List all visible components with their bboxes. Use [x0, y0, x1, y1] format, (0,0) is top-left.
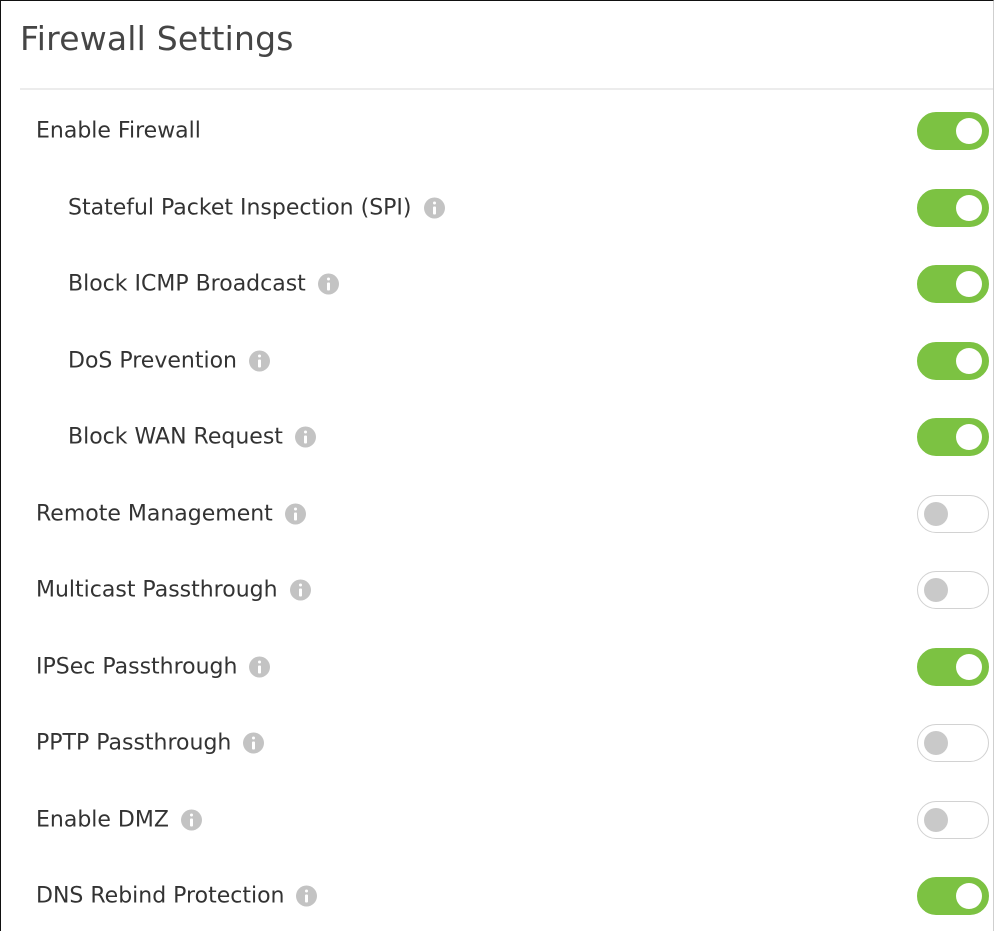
page-title: Firewall Settings [20, 19, 294, 58]
toggle-knob [924, 807, 948, 832]
setting-row-dos-prevention: DoS Prevention [1, 331, 995, 391]
setting-row-dns-rebind-protection: DNS Rebind Protection [1, 866, 995, 926]
toggle-knob [956, 194, 982, 221]
setting-label-group: Remote Management [36, 501, 306, 526]
setting-row-multicast-passthrough: Multicast Passthrough [1, 560, 995, 620]
toggle-multicast-passthrough[interactable] [917, 571, 989, 609]
info-icon[interactable] [248, 350, 270, 371]
info-icon[interactable] [180, 809, 202, 830]
info-icon[interactable] [317, 273, 339, 295]
toggle-knob [924, 731, 948, 755]
setting-label: Multicast Passthrough [36, 577, 278, 603]
setting-row-ipsec-passthrough: IPSec Passthrough [1, 637, 995, 697]
toggle-block-icmp-broadcast[interactable] [917, 265, 989, 303]
setting-label: DoS Prevention [68, 348, 237, 373]
setting-label: Block ICMP Broadcast [68, 271, 306, 297]
toggle-knob [956, 424, 982, 450]
toggle-enable-dmz[interactable] [917, 800, 989, 839]
toggle-block-wan-request[interactable] [917, 418, 989, 456]
setting-label-group: PPTP Passthrough [36, 730, 265, 756]
info-icon[interactable] [289, 579, 311, 601]
toggle-stateful-packet-inspection-spi[interactable] [917, 188, 989, 227]
setting-row-enable-dmz: Enable DMZ [1, 790, 995, 850]
setting-row-stateful-packet-inspection-spi: Stateful Packet Inspection (SPI) [1, 178, 995, 238]
info-icon[interactable] [243, 732, 265, 754]
setting-row-block-icmp-broadcast: Block ICMP Broadcast [1, 254, 995, 314]
toggle-knob [924, 501, 948, 526]
setting-label-group: Block ICMP Broadcast [68, 272, 339, 297]
toggle-knob [956, 883, 982, 909]
setting-label: Enable Firewall [36, 118, 201, 144]
setting-label: DNS Rebind Protection [36, 883, 285, 909]
setting-row-enable-firewall: Enable Firewall [1, 101, 995, 161]
setting-label: Stateful Packet Inspection (SPI) [68, 195, 412, 220]
info-icon[interactable] [423, 197, 445, 218]
toggle-dos-prevention[interactable] [917, 341, 989, 380]
setting-label: PPTP Passthrough [36, 730, 232, 756]
toggle-knob [924, 578, 948, 602]
setting-row-remote-management: Remote Management [1, 484, 995, 544]
setting-label-group: DoS Prevention [68, 348, 270, 373]
setting-label: Block WAN Request [68, 424, 283, 450]
toggle-ipsec-passthrough[interactable] [917, 647, 989, 686]
info-icon[interactable] [294, 426, 316, 448]
toggle-dns-rebind-protection[interactable] [917, 877, 989, 915]
info-icon[interactable] [296, 885, 318, 907]
setting-label: Remote Management [36, 501, 273, 526]
toggle-knob [956, 347, 982, 374]
toggle-knob [956, 271, 982, 297]
setting-label-group: DNS Rebind Protection [36, 883, 318, 909]
setting-row-block-wan-request: Block WAN Request [1, 407, 995, 467]
setting-label-group: Enable DMZ [36, 807, 202, 832]
toggle-remote-management[interactable] [917, 494, 989, 533]
setting-label-group: IPSec Passthrough [36, 654, 271, 679]
toggle-knob [956, 653, 982, 680]
setting-label: IPSec Passthrough [36, 654, 238, 679]
info-icon[interactable] [249, 656, 271, 677]
setting-label-group: Block WAN Request [68, 425, 316, 450]
setting-label: Enable DMZ [36, 807, 169, 832]
toggle-pptp-passthrough[interactable] [917, 724, 989, 762]
setting-label-group: Enable Firewall [36, 119, 201, 144]
setting-row-pptp-passthrough: PPTP Passthrough [1, 713, 995, 773]
setting-label-group: Stateful Packet Inspection (SPI) [68, 195, 445, 220]
toggle-enable-firewall[interactable] [917, 112, 989, 150]
info-icon[interactable] [284, 503, 306, 524]
toggle-knob [956, 118, 982, 144]
firewall-settings-panel: Firewall Settings Enable Firewall Statefu… [0, 0, 994, 931]
title-divider [20, 88, 993, 90]
setting-label-group: Multicast Passthrough [36, 578, 311, 603]
